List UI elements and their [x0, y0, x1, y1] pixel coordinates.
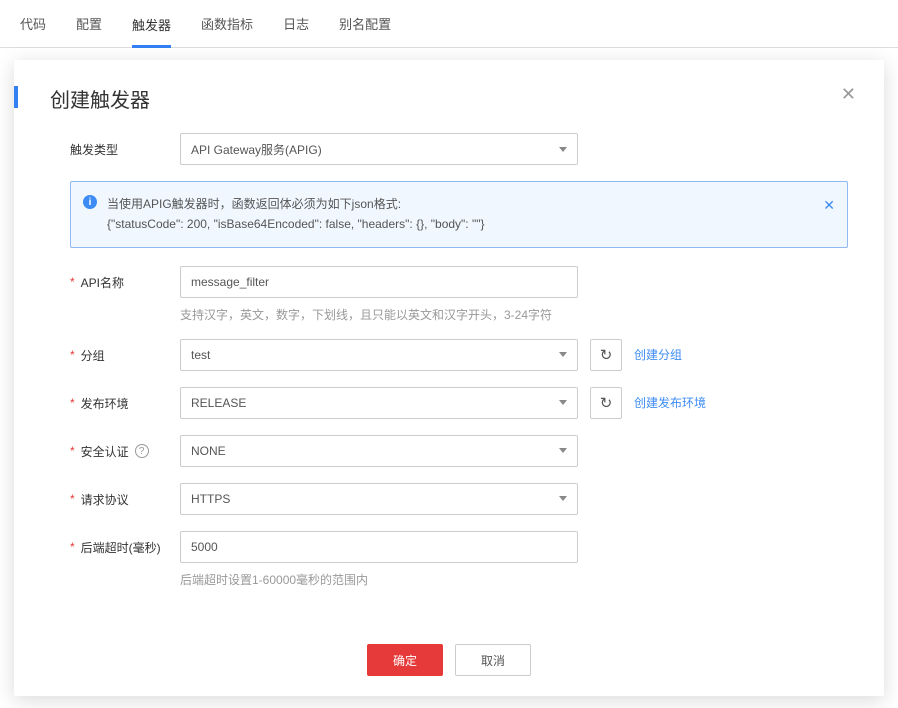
alert-close-icon[interactable]: ✕: [823, 194, 835, 218]
tab-alias[interactable]: 别名配置: [339, 0, 391, 47]
tab-metrics[interactable]: 函数指标: [201, 0, 253, 47]
refresh-icon: ↻: [600, 394, 613, 412]
refresh-env-button[interactable]: ↻: [590, 387, 622, 419]
title-accent: [14, 86, 18, 108]
chevron-down-icon: [559, 400, 567, 405]
label-group: *分组: [50, 339, 180, 364]
label-timeout: *后端超时(毫秒): [50, 531, 180, 556]
input-api-name[interactable]: message_filter: [180, 266, 578, 298]
chevron-down-icon: [559, 147, 567, 152]
select-protocol[interactable]: HTTPS: [180, 483, 578, 515]
apig-info-alert: i 当使用APIG触发器时，函数返回体必须为如下json格式: {"status…: [70, 181, 848, 248]
tab-code[interactable]: 代码: [20, 0, 46, 47]
select-group[interactable]: test: [180, 339, 578, 371]
hint-api-name: 支持汉字，英文，数字，下划线，且只能以英文和汉字开头，3-24字符: [180, 306, 552, 323]
ok-button[interactable]: 确定: [367, 644, 443, 676]
link-create-group[interactable]: 创建分组: [634, 346, 682, 363]
label-env: *发布环境: [50, 387, 180, 412]
modal-footer: 确定 取消: [50, 636, 848, 676]
select-auth[interactable]: NONE: [180, 435, 578, 467]
input-timeout[interactable]: 5000: [180, 531, 578, 563]
close-icon[interactable]: ✕: [841, 84, 856, 105]
select-env-value: RELEASE: [191, 396, 246, 410]
modal-title: 创建触发器: [50, 84, 848, 113]
select-auth-value: NONE: [191, 444, 226, 458]
hint-timeout: 后端超时设置1-60000毫秒的范围内: [180, 571, 368, 588]
create-trigger-modal: 创建触发器 ✕ 触发类型 API Gateway服务(APIG) i 当使用AP…: [14, 60, 884, 696]
select-protocol-value: HTTPS: [191, 492, 230, 506]
input-timeout-value: 5000: [191, 540, 218, 554]
link-create-env[interactable]: 创建发布环境: [634, 394, 706, 411]
label-api-name: *API名称: [50, 266, 180, 291]
tab-logs[interactable]: 日志: [283, 0, 309, 47]
label-auth: *安全认证 ?: [50, 435, 180, 460]
help-icon[interactable]: ?: [135, 444, 149, 458]
refresh-icon: ↻: [600, 346, 613, 364]
refresh-group-button[interactable]: ↻: [590, 339, 622, 371]
chevron-down-icon: [559, 496, 567, 501]
select-group-value: test: [191, 348, 210, 362]
chevron-down-icon: [559, 352, 567, 357]
tab-config[interactable]: 配置: [76, 0, 102, 47]
trigger-form: 触发类型 API Gateway服务(APIG) i 当使用APIG触发器时，函…: [50, 133, 848, 636]
info-icon: i: [83, 195, 97, 209]
chevron-down-icon: [559, 448, 567, 453]
select-trigger-type[interactable]: API Gateway服务(APIG): [180, 133, 578, 165]
alert-line1: 当使用APIG触发器时，函数返回体必须为如下json格式:: [107, 194, 811, 214]
alert-line2: {"statusCode": 200, "isBase64Encoded": f…: [107, 214, 811, 234]
label-protocol: *请求协议: [50, 483, 180, 508]
select-trigger-type-value: API Gateway服务(APIG): [191, 141, 322, 158]
input-api-name-value: message_filter: [191, 275, 269, 289]
label-trigger-type: 触发类型: [50, 133, 180, 158]
cancel-button[interactable]: 取消: [455, 644, 531, 676]
tab-triggers[interactable]: 触发器: [132, 1, 171, 48]
select-env[interactable]: RELEASE: [180, 387, 578, 419]
top-tabs: 代码 配置 触发器 函数指标 日志 别名配置: [0, 0, 898, 48]
